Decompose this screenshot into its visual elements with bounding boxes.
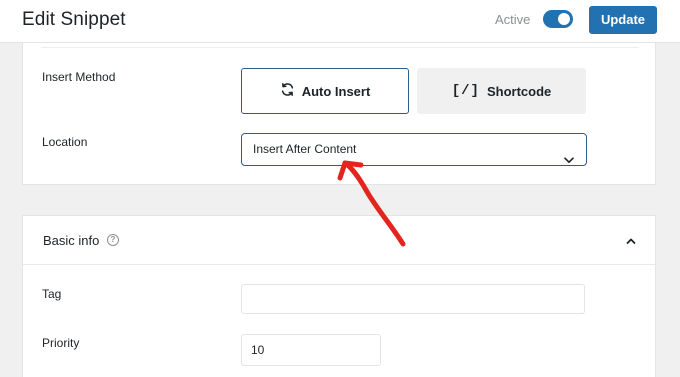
tag-label: Tag xyxy=(42,287,62,301)
priority-input[interactable]: 10 xyxy=(241,334,381,366)
basic-info-header[interactable]: Basic info ? xyxy=(23,216,655,265)
active-toggle[interactable] xyxy=(543,10,573,28)
question-circle-icon[interactable]: ? xyxy=(107,234,119,246)
auto-insert-button[interactable]: Auto Insert xyxy=(241,68,409,114)
auto-insert-label: Auto Insert xyxy=(301,83,371,99)
insert-method-label: Insert Method xyxy=(42,70,116,84)
shortcode-icon: [/] xyxy=(451,83,480,99)
section-title: Basic info xyxy=(43,233,100,248)
shortcode-label: Shortcode xyxy=(486,83,552,99)
chevron-up-icon[interactable] xyxy=(623,233,639,249)
page-title: Edit Snippet xyxy=(22,9,126,30)
toggle-knob xyxy=(558,13,570,25)
location-value: Insert After Content xyxy=(253,142,357,156)
shortcode-button[interactable]: [/] Shortcode xyxy=(417,68,586,114)
chevron-down-icon xyxy=(564,145,574,176)
update-button[interactable]: Update xyxy=(589,6,657,34)
priority-label: Priority xyxy=(42,336,80,350)
active-label: Active xyxy=(495,12,531,27)
location-label: Location xyxy=(42,135,88,149)
top-bar: Edit Snippet Active Update xyxy=(0,0,680,43)
refresh-icon xyxy=(280,82,295,100)
tag-input[interactable] xyxy=(241,284,585,314)
location-select[interactable]: Insert After Content xyxy=(241,133,587,166)
divider xyxy=(41,47,639,48)
